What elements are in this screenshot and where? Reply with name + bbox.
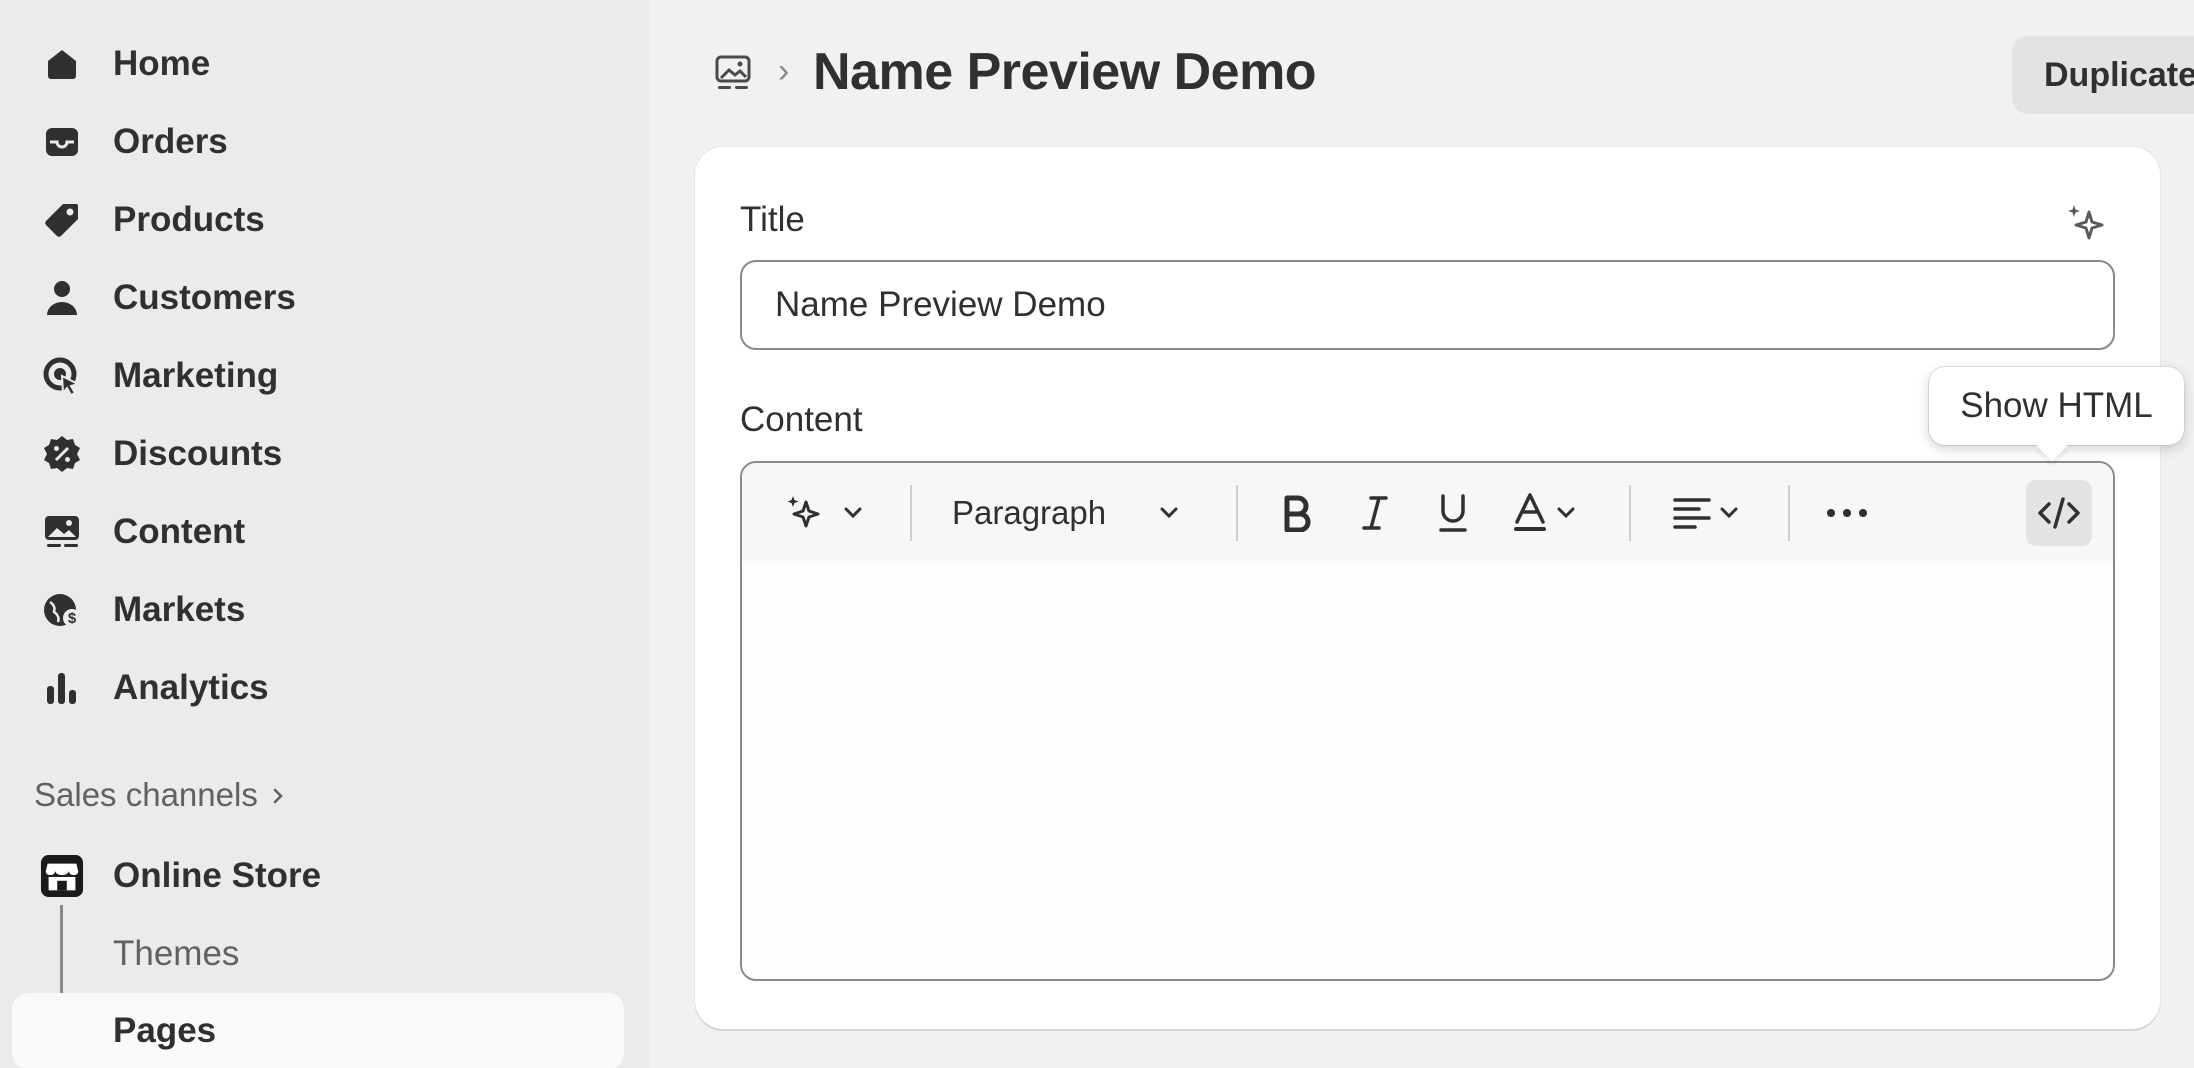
toolbar-divider bbox=[1629, 485, 1631, 541]
toolbar-divider bbox=[1788, 485, 1790, 541]
chevron-down-icon bbox=[844, 507, 862, 519]
sidebar-item-label: Orders bbox=[113, 122, 228, 161]
toolbar-divider bbox=[1236, 485, 1238, 541]
sidebar-item-label: Home bbox=[113, 44, 211, 83]
code-icon bbox=[2038, 497, 2080, 529]
show-html-button[interactable] bbox=[2026, 480, 2092, 546]
discount-icon bbox=[40, 436, 84, 472]
sidebar-item-pages[interactable]: Pages bbox=[12, 993, 624, 1068]
sidebar-item-label: Online Store bbox=[113, 856, 322, 895]
globe-icon: $ bbox=[40, 592, 84, 628]
target-icon bbox=[40, 357, 84, 396]
sidebar-item-analytics[interactable]: Analytics bbox=[20, 653, 624, 723]
sidebar-item-label: Themes bbox=[113, 934, 240, 973]
sidebar-item-label: Analytics bbox=[113, 668, 269, 707]
sparkle-icon[interactable] bbox=[2065, 202, 2107, 244]
person-icon bbox=[40, 280, 84, 316]
sidebar-item-label: Products bbox=[113, 200, 265, 239]
chevron-down-icon bbox=[1557, 507, 1575, 519]
format-select[interactable]: Paragraph bbox=[952, 485, 1192, 541]
ellipsis-icon bbox=[1827, 509, 1867, 517]
sales-channels-label: Sales channels bbox=[34, 776, 258, 813]
align-button[interactable] bbox=[1662, 485, 1752, 541]
page-form-card: Title Content Paragraph bbox=[695, 147, 2160, 1029]
content-label: Content bbox=[740, 400, 863, 439]
store-icon bbox=[40, 854, 84, 898]
tag-icon bbox=[40, 202, 84, 238]
page-title: Name Preview Demo bbox=[813, 43, 1317, 101]
sidebar-item-label: Pages bbox=[113, 1011, 217, 1050]
sidebar-item-home[interactable]: Home bbox=[20, 29, 624, 99]
rich-text-editor: Paragraph bbox=[740, 461, 2115, 981]
sidebar-item-label: Discounts bbox=[113, 434, 283, 473]
italic-icon bbox=[1362, 496, 1388, 530]
sparkle-icon bbox=[787, 496, 820, 528]
toolbar-divider bbox=[910, 485, 912, 541]
sidebar-item-online-store[interactable]: Online Store bbox=[20, 841, 624, 911]
sidebar-item-marketing[interactable]: Marketing bbox=[20, 341, 624, 411]
sidebar-item-label: Content bbox=[113, 512, 246, 551]
more-options-button[interactable] bbox=[1817, 485, 1877, 541]
sidebar-item-products[interactable]: Products bbox=[20, 185, 624, 255]
editor-content-area[interactable] bbox=[742, 563, 2113, 979]
title-label: Title bbox=[740, 200, 805, 239]
format-select-label: Paragraph bbox=[952, 494, 1107, 531]
sidebar-item-themes[interactable]: Themes bbox=[20, 919, 624, 989]
text-color-button[interactable] bbox=[1500, 485, 1590, 541]
svg-text:$: $ bbox=[68, 610, 77, 627]
text-color-icon bbox=[1514, 493, 1546, 531]
inbox-icon bbox=[40, 124, 84, 160]
align-left-icon bbox=[1673, 498, 1711, 529]
sidebar-item-label: Markets bbox=[113, 590, 246, 629]
chevron-down-icon bbox=[1720, 507, 1738, 519]
sidebar-item-label: Customers bbox=[113, 278, 296, 317]
bar-chart-icon bbox=[40, 670, 84, 706]
ai-generate-button[interactable] bbox=[776, 485, 876, 541]
sidebar-item-customers[interactable]: Customers bbox=[20, 263, 624, 333]
sidebar-item-markets[interactable]: $ Markets bbox=[20, 575, 624, 645]
underline-button[interactable] bbox=[1423, 485, 1483, 541]
chevron-down-icon bbox=[1160, 507, 1178, 519]
duplicate-button[interactable]: Duplicate bbox=[2012, 36, 2194, 114]
sidebar-item-discounts[interactable]: Discounts bbox=[20, 419, 624, 489]
show-html-tooltip: Show HTML bbox=[1929, 367, 2184, 445]
editor-toolbar: Paragraph bbox=[742, 463, 2113, 563]
content-image-icon[interactable] bbox=[714, 54, 754, 94]
bold-button[interactable] bbox=[1267, 485, 1327, 541]
sidebar-item-orders[interactable]: Orders bbox=[20, 107, 624, 177]
bold-icon bbox=[1284, 495, 1311, 532]
breadcrumb-chevron-icon: › bbox=[778, 52, 790, 90]
sidebar-item-label: Marketing bbox=[113, 356, 279, 395]
sidebar-item-content[interactable]: Content bbox=[20, 497, 624, 567]
page-header: › Name Preview Demo Duplicate bbox=[650, 0, 2194, 140]
image-icon bbox=[40, 514, 84, 550]
title-input[interactable] bbox=[740, 260, 2115, 350]
underline-icon bbox=[1439, 494, 1467, 532]
chevron-right-icon bbox=[270, 776, 286, 814]
sales-channels-header[interactable]: Sales channels bbox=[34, 776, 286, 814]
italic-button[interactable] bbox=[1345, 485, 1405, 541]
sidebar: Home Orders Products Customers Marketing… bbox=[0, 0, 650, 1068]
home-icon bbox=[40, 46, 84, 82]
